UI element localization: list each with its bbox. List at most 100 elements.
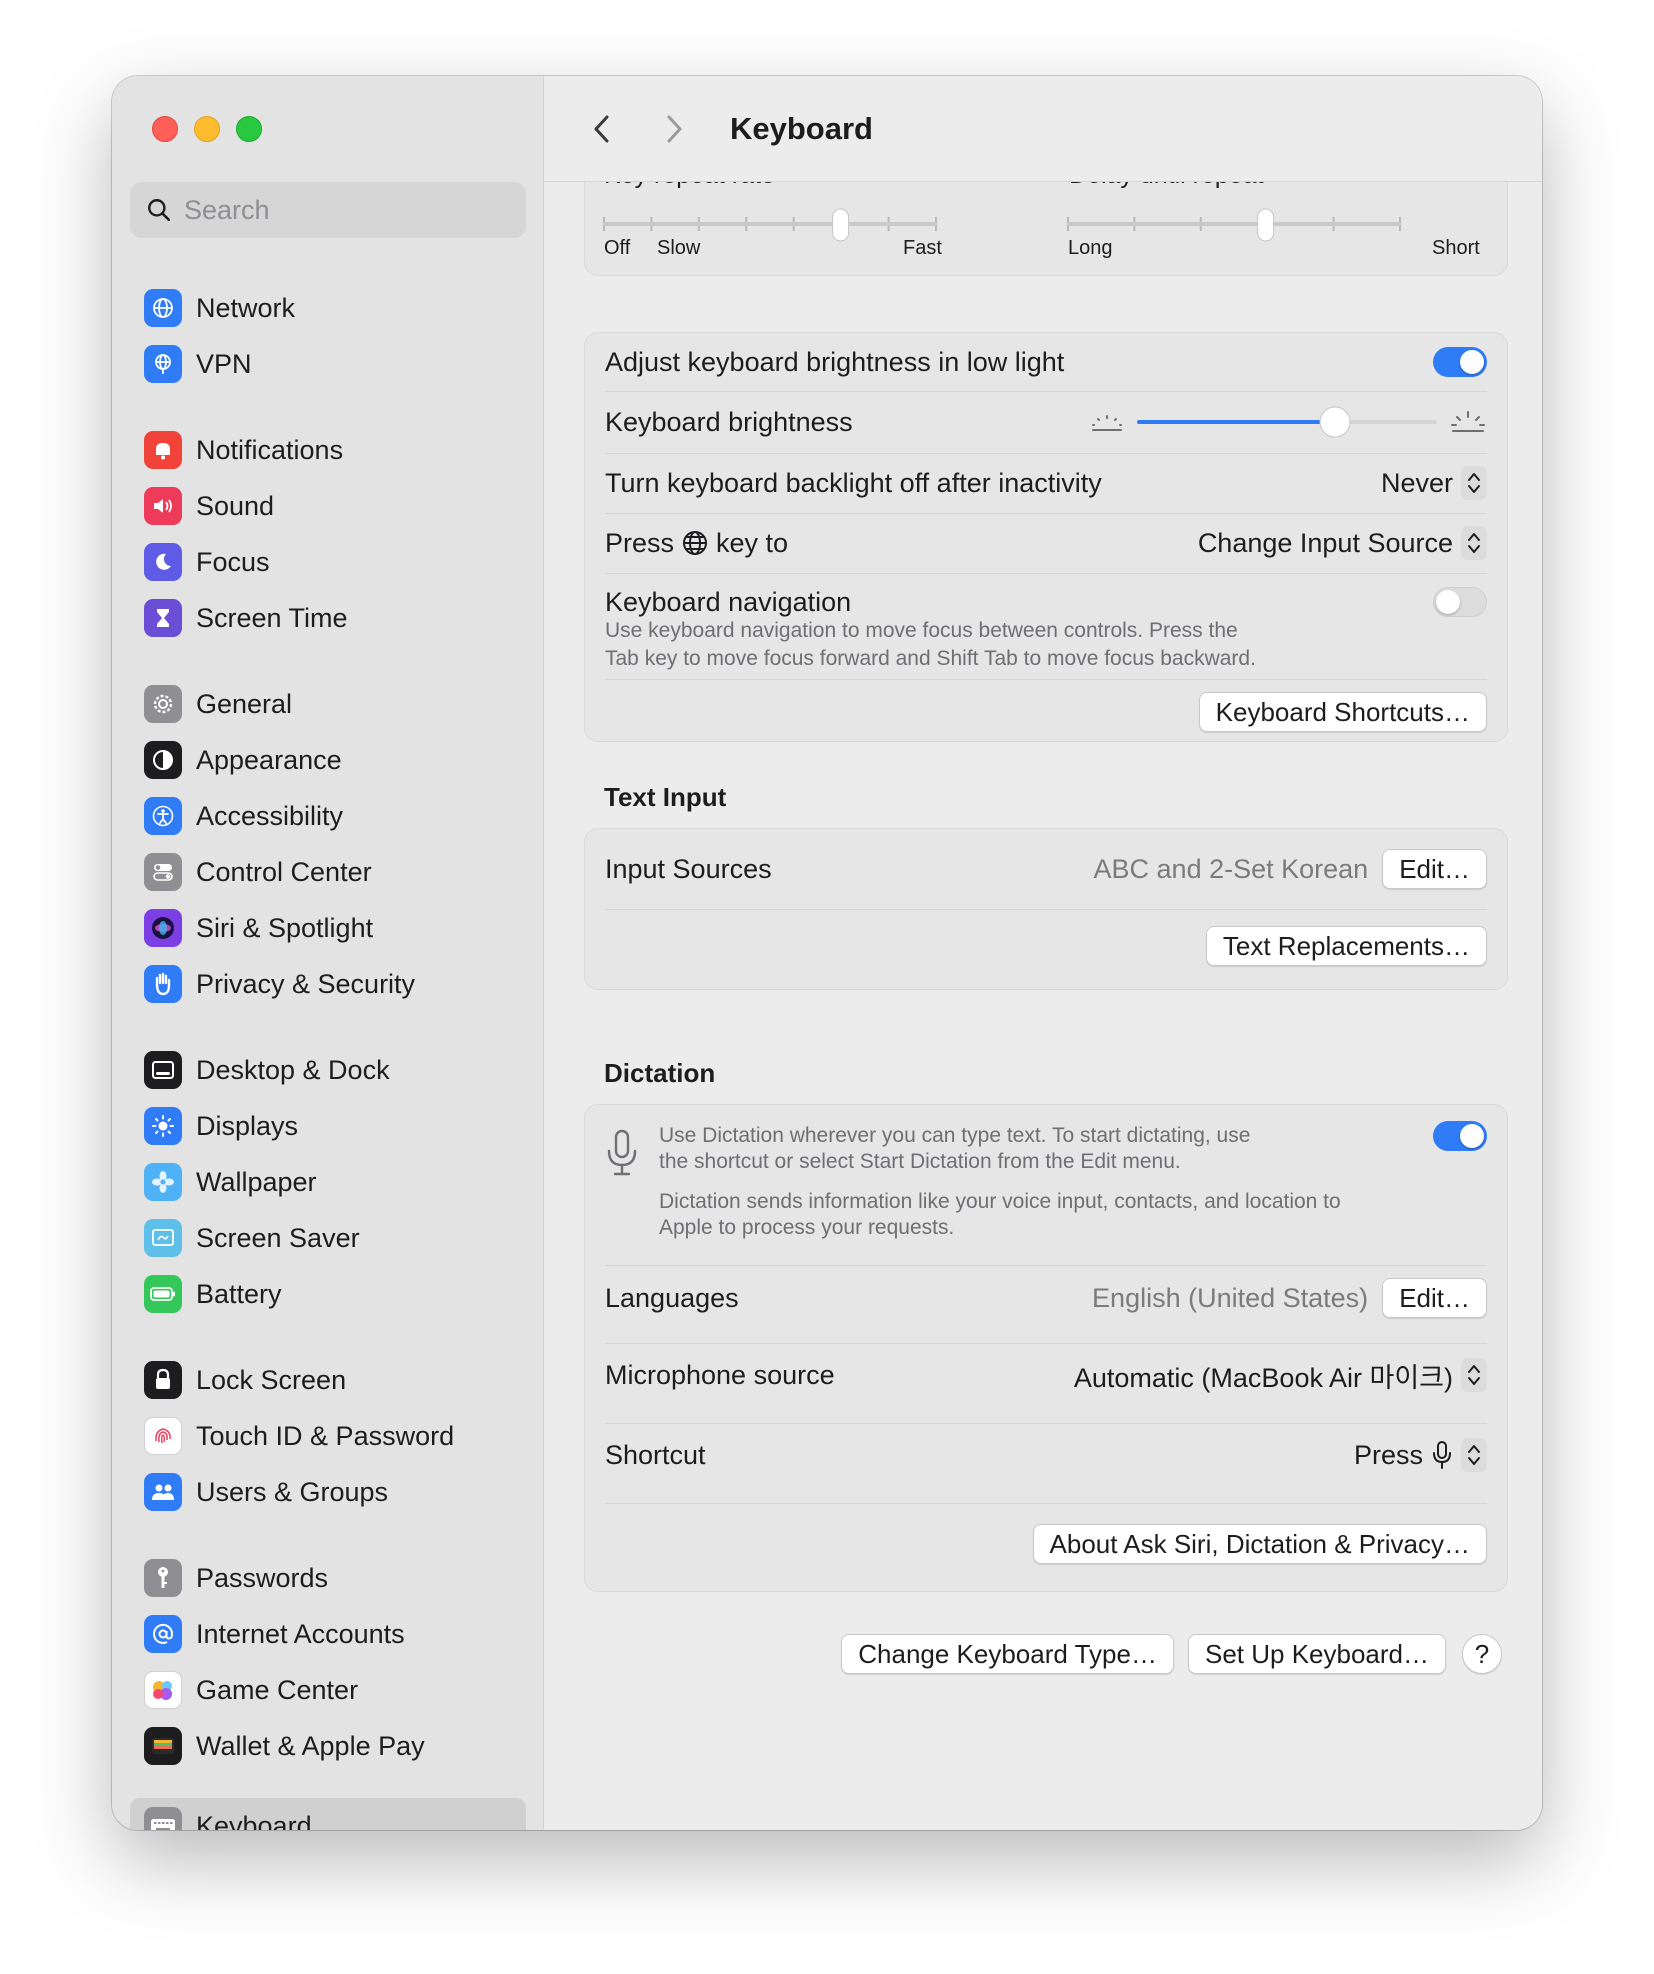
brightness-label: Keyboard brightness xyxy=(605,406,853,437)
microphone-source-popup[interactable]: Automatic (MacBook Air 마이크) xyxy=(1074,1356,1487,1395)
game-center-icon xyxy=(144,1671,182,1709)
microphone-key-icon xyxy=(1433,1441,1451,1469)
wallet-icon xyxy=(144,1727,182,1765)
backlight-value: Never xyxy=(1380,467,1453,498)
sidebar-item-label: Keyboard xyxy=(196,1810,312,1831)
search-input[interactable] xyxy=(184,194,504,226)
press-key-value: Change Input Source xyxy=(1197,527,1453,558)
search-icon xyxy=(148,199,171,222)
brightness-slider[interactable] xyxy=(1133,404,1443,440)
sidebar-item-users-groups[interactable]: Users & Groups xyxy=(130,1466,526,1518)
keyboard-navigation-label: Keyboard navigation xyxy=(605,586,852,617)
brightness-high-icon xyxy=(1451,411,1485,432)
brightness-low-icon xyxy=(1092,415,1122,431)
sidebar-search[interactable] xyxy=(130,182,526,238)
sidebar-item-vpn[interactable]: VPN xyxy=(130,338,526,390)
toolbar: Keyboard xyxy=(544,76,1542,182)
shortcut-popup[interactable]: Press xyxy=(1354,1438,1487,1472)
change-keyboard-type-button[interactable]: Change Keyboard Type… xyxy=(841,1634,1174,1674)
repeat-slow-label: Slow xyxy=(657,237,701,259)
set-up-keyboard-button[interactable]: Set Up Keyboard… xyxy=(1187,1634,1446,1674)
backlight-popup[interactable]: Never xyxy=(1381,466,1487,500)
at-icon xyxy=(144,1615,182,1653)
sidebar-item-label: Screen Saver xyxy=(196,1222,360,1253)
dictation-toggle[interactable] xyxy=(1433,1121,1487,1151)
sidebar-item-label: Desktop & Dock xyxy=(196,1054,390,1085)
repeat-off-label: Off xyxy=(604,237,631,259)
main-pane: Keyboard Key repeat rate Delay until rep… xyxy=(544,76,1542,1830)
languages-edit-button[interactable]: Edit… xyxy=(1382,1278,1487,1318)
chevron-left-icon xyxy=(594,115,609,142)
sidebar-item-accessibility[interactable]: Accessibility xyxy=(130,790,526,842)
sidebar-item-displays[interactable]: Displays xyxy=(130,1100,526,1152)
dictation-heading: Dictation xyxy=(604,1058,716,1088)
press-label-prefix: Press xyxy=(605,527,675,558)
sidebar-item-internet-accounts[interactable]: Internet Accounts xyxy=(130,1608,526,1660)
stepper-arrows-icon xyxy=(1461,466,1487,500)
stepper-arrows-icon xyxy=(1461,526,1487,560)
sidebar-item-screen-saver[interactable]: Screen Saver xyxy=(130,1212,526,1264)
sidebar-item-touch-id-password[interactable]: Touch ID & Password xyxy=(130,1410,526,1462)
delay-long-label: Long xyxy=(1068,237,1113,259)
sidebar-item-appearance[interactable]: Appearance xyxy=(130,734,526,786)
sidebar-item-network[interactable]: Network xyxy=(130,282,526,334)
globe-key-icon xyxy=(683,531,708,555)
sidebar-item-wallet-apple-pay[interactable]: Wallet & Apple Pay xyxy=(130,1720,526,1772)
footer-buttons: Change Keyboard Type… Set Up Keyboard… ? xyxy=(841,1634,1502,1674)
sidebar-item-battery[interactable]: Battery xyxy=(130,1268,526,1320)
sidebar-item-passwords[interactable]: Passwords xyxy=(130,1552,526,1604)
dock-icon xyxy=(144,1051,182,1089)
microphone-icon xyxy=(607,1129,637,1176)
sidebar-item-sound[interactable]: Sound xyxy=(130,480,526,532)
key-repeat-slider[interactable] xyxy=(603,203,943,247)
sidebar-item-screen-time[interactable]: Screen Time xyxy=(130,592,526,644)
zoom-window-button[interactable] xyxy=(236,116,262,142)
sidebar-item-siri-spotlight[interactable]: Siri & Spotlight xyxy=(130,902,526,954)
vpn-globe-icon xyxy=(144,345,182,383)
sidebar-item-label: Passwords xyxy=(196,1562,329,1593)
keyboard-icon xyxy=(144,1807,182,1830)
sidebar-item-general[interactable]: General xyxy=(130,678,526,730)
sidebar-item-label: Game Center xyxy=(196,1674,359,1705)
sidebar-item-focus[interactable]: Focus xyxy=(130,536,526,588)
text-input-card: Input Sources ABC and 2-Set Korean Edit…… xyxy=(584,828,1508,990)
sidebar-item-desktop-dock[interactable]: Desktop & Dock xyxy=(130,1044,526,1096)
settings-window: Network VPN Notifications Sound Focus Screen … xyxy=(112,76,1542,1830)
sidebar-item-lock-screen[interactable]: Lock Screen xyxy=(130,1354,526,1406)
delay-repeat-slider[interactable] xyxy=(1067,203,1407,247)
keyboard-navigation-toggle[interactable] xyxy=(1433,587,1487,617)
sidebar-item-privacy-security[interactable]: Privacy & Security xyxy=(130,958,526,1010)
close-window-button[interactable] xyxy=(152,116,178,142)
sidebar: Network VPN Notifications Sound Focus Screen … xyxy=(112,76,544,1830)
sidebar-item-notifications[interactable]: Notifications xyxy=(130,424,526,476)
forward-button[interactable] xyxy=(650,105,698,153)
auto-brightness-toggle[interactable] xyxy=(1433,347,1487,377)
speaker-icon xyxy=(144,487,182,525)
languages-label: Languages xyxy=(605,1282,739,1313)
languages-value: English (United States) xyxy=(1092,1282,1369,1313)
dictation-description: Use Dictation wherever you can type text… xyxy=(659,1124,1251,1173)
fingerprint-icon xyxy=(144,1417,182,1455)
sidebar-item-game-center[interactable]: Game Center xyxy=(130,1664,526,1716)
sidebar-item-wallpaper[interactable]: Wallpaper xyxy=(130,1156,526,1208)
sidebar-item-label: Touch ID & Password xyxy=(196,1420,455,1451)
help-button[interactable]: ? xyxy=(1462,1634,1502,1674)
input-sources-row: Input Sources ABC and 2-Set Korean Edit… xyxy=(605,839,1487,899)
sidebar-item-keyboard[interactable]: Keyboard xyxy=(130,1798,526,1830)
auto-brightness-row: Adjust keyboard brightness in low light xyxy=(605,333,1487,391)
back-button[interactable] xyxy=(578,105,626,153)
press-key-popup[interactable]: Change Input Source xyxy=(1198,526,1487,560)
input-sources-edit-button[interactable]: Edit… xyxy=(1382,849,1487,889)
shortcuts-row: Keyboard Shortcuts… xyxy=(605,691,1487,733)
text-replacements-button[interactable]: Text Replacements… xyxy=(1205,926,1487,966)
sidebar-item-label: VPN xyxy=(196,348,252,379)
sidebar-item-label: Appearance xyxy=(196,744,342,775)
about-siri-dictation-privacy-button[interactable]: About Ask Siri, Dictation & Privacy… xyxy=(1032,1524,1487,1564)
languages-row: Languages English (United States) Edit… xyxy=(605,1266,1487,1330)
sidebar-item-control-center[interactable]: Control Center xyxy=(130,846,526,898)
text-input-heading: Text Input xyxy=(604,782,727,812)
bell-icon xyxy=(144,431,182,469)
keyboard-shortcuts-button[interactable]: Keyboard Shortcuts… xyxy=(1198,692,1487,732)
shortcut-label: Shortcut xyxy=(605,1439,706,1470)
minimize-window-button[interactable] xyxy=(194,116,220,142)
